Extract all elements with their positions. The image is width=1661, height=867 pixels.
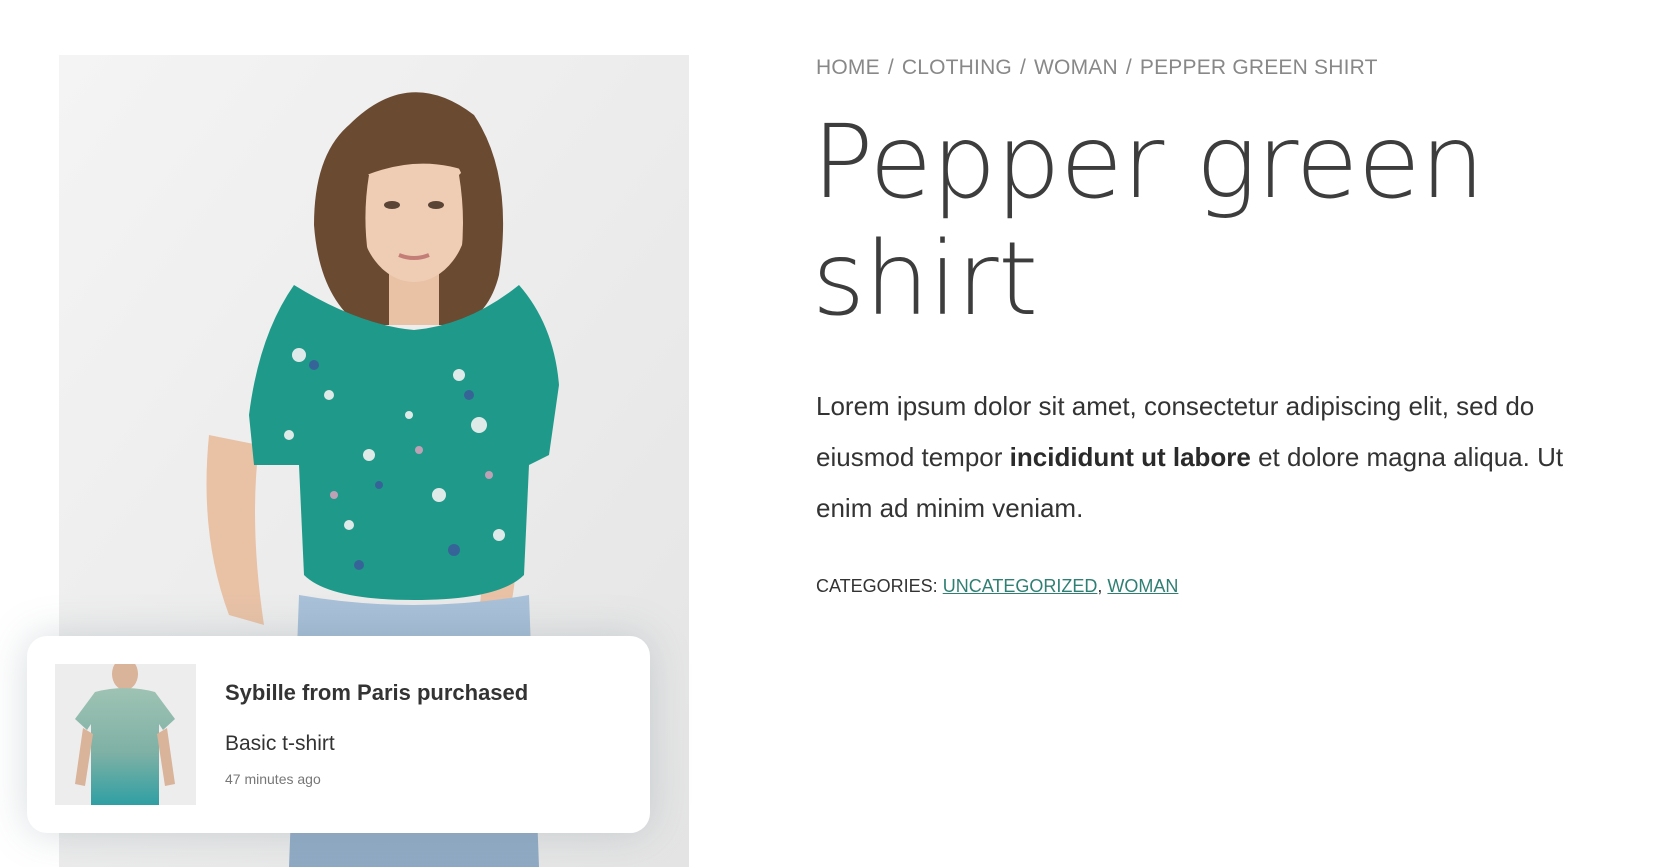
product-title-line1: Pepper green [812, 103, 1485, 222]
sales-notification-popup[interactable]: Sybille from Paris purchased Basic t-shi… [27, 636, 650, 833]
categories-label: CATEGORIES: [816, 576, 938, 596]
category-link-uncategorized[interactable]: UNCATEGORIZED [943, 576, 1098, 596]
product-description: Lorem ipsum dolor sit amet, consectetur … [816, 381, 1626, 534]
breadcrumb: HOME / CLOTHING / WOMAN / PEPPER GREEN SHIRT [816, 56, 1378, 80]
breadcrumb-separator: / [1019, 56, 1027, 79]
notification-timestamp: 47 minutes ago [225, 771, 321, 787]
notification-product-name[interactable]: Basic t-shirt [225, 732, 335, 756]
categories-separator: , [1097, 576, 1103, 596]
notification-title: Sybille from Paris purchased [225, 680, 529, 705]
description-bold-text: incididunt ut labore [1009, 442, 1251, 472]
breadcrumb-clothing[interactable]: CLOTHING [902, 56, 1012, 79]
product-title-line2: shirt [812, 220, 1038, 339]
breadcrumb-separator: / [1125, 56, 1132, 79]
notification-product-thumbnail[interactable] [55, 664, 196, 805]
breadcrumb-current: PEPPER GREEN SHIRT [1139, 56, 1378, 79]
breadcrumb-home[interactable]: HOME [816, 56, 880, 79]
breadcrumb-separator: / [887, 56, 894, 79]
product-categories: CATEGORIES: UNCATEGORIZED, WOMAN [816, 576, 1178, 597]
product-title: Pepper green shirt [812, 104, 1612, 338]
breadcrumb-woman[interactable]: WOMAN [1034, 56, 1118, 79]
category-link-woman[interactable]: WOMAN [1107, 576, 1178, 596]
product-photo-basic-tshirt [55, 664, 196, 805]
